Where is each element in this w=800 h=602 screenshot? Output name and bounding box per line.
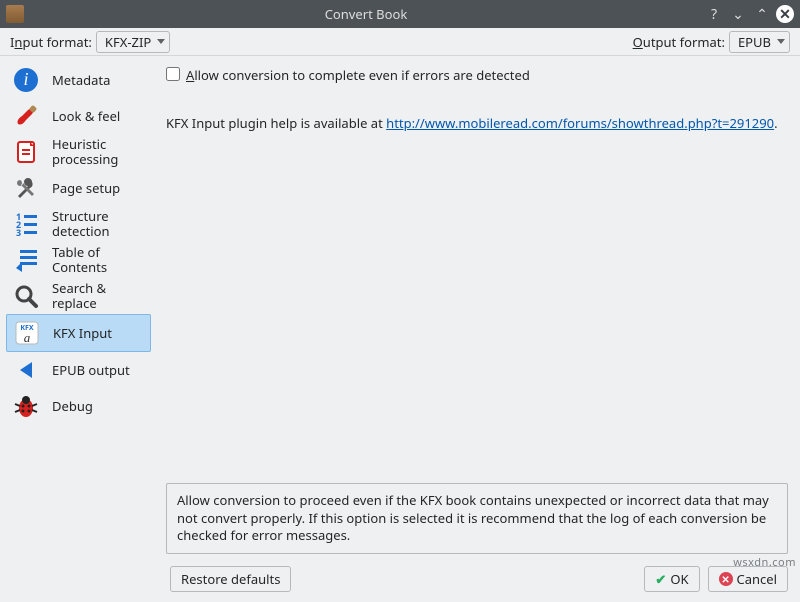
sidebar-item-debug[interactable]: Debug	[0, 388, 157, 424]
sidebar-item-label: Page setup	[52, 181, 120, 196]
sidebar-item-epub-output[interactable]: EPUB output	[0, 352, 157, 388]
sidebar-item-toc[interactable]: Table of Contents	[0, 242, 157, 278]
titlebar: Convert Book ? ⌄ ⌃ ✕	[0, 0, 800, 28]
sidebar-item-label: Look & feel	[52, 109, 120, 124]
svg-text:i: i	[23, 69, 28, 89]
sidebar-item-structure[interactable]: 123 Structure detection	[0, 206, 157, 242]
sidebar-item-search-replace[interactable]: Search & replace	[0, 278, 157, 314]
brush-icon	[10, 100, 42, 132]
numbered-list-icon: 123	[10, 208, 42, 240]
chevron-down-icon	[777, 39, 785, 44]
format-bar: Input format: KFX-ZIP Output format: EPU…	[0, 28, 800, 56]
button-bar: Restore defaults ✔ OK ✕ Cancel	[0, 564, 800, 602]
bug-icon	[10, 390, 42, 422]
allow-errors-option: Allow conversion to complete even if err…	[166, 66, 788, 84]
app-icon	[6, 5, 24, 23]
check-icon: ✔	[655, 570, 666, 588]
sidebar-item-label: Debug	[52, 399, 93, 414]
cancel-icon: ✕	[719, 572, 733, 586]
search-icon	[10, 280, 42, 312]
svg-text:3: 3	[16, 226, 21, 238]
allow-errors-checkbox[interactable]	[166, 67, 180, 81]
sidebar: i Metadata Look & feel Heuristic process…	[0, 56, 158, 564]
sidebar-item-metadata[interactable]: i Metadata	[0, 62, 157, 98]
sidebar-item-heuristic[interactable]: Heuristic processing	[0, 134, 157, 170]
output-format-value: EPUB	[738, 33, 771, 51]
ok-button[interactable]: ✔ OK	[644, 566, 699, 592]
output-format-label: Output format:	[633, 33, 725, 51]
sidebar-item-label: Metadata	[52, 73, 110, 88]
input-format-value: KFX-ZIP	[105, 33, 151, 51]
sidebar-item-label: Table of Contents	[52, 245, 107, 275]
chevron-down-icon	[157, 39, 165, 44]
sidebar-item-label: Search & replace	[52, 281, 106, 311]
close-icon[interactable]: ✕	[776, 5, 794, 23]
input-format-label: Input format:	[10, 33, 92, 51]
help-text: KFX Input plugin help is available at ht…	[166, 114, 788, 132]
toc-icon	[10, 244, 42, 276]
option-description: Allow conversion to proceed even if the …	[166, 483, 788, 554]
input-format-combo[interactable]: KFX-ZIP	[96, 31, 170, 53]
sidebar-item-kfx-input[interactable]: KFXa KFX Input	[6, 314, 151, 352]
sidebar-item-label: KFX Input	[53, 326, 112, 341]
maximize-icon[interactable]: ⌃	[752, 4, 772, 24]
wrench-icon	[10, 172, 42, 204]
sidebar-item-label: EPUB output	[52, 363, 130, 378]
sidebar-item-page-setup[interactable]: Page setup	[0, 170, 157, 206]
sidebar-item-label: Structure detection	[52, 209, 110, 239]
info-icon: i	[10, 64, 42, 96]
sidebar-item-look-feel[interactable]: Look & feel	[0, 98, 157, 134]
sidebar-item-label: Heuristic processing	[52, 137, 118, 167]
watermark: wsxdn.com	[733, 555, 796, 570]
restore-defaults-button[interactable]: Restore defaults	[170, 566, 291, 592]
help-icon[interactable]: ?	[704, 4, 724, 24]
kfx-input-icon: KFXa	[11, 317, 43, 349]
window-title: Convert Book	[32, 5, 700, 23]
help-link[interactable]: http://www.mobileread.com/forums/showthr…	[386, 114, 774, 132]
minimize-icon[interactable]: ⌄	[728, 4, 748, 24]
content-pane: Allow conversion to complete even if err…	[158, 56, 800, 564]
output-format-combo[interactable]: EPUB	[729, 31, 790, 53]
arrow-left-icon	[10, 354, 42, 386]
svg-text:a: a	[24, 330, 31, 345]
allow-errors-label[interactable]: Allow conversion to complete even if err…	[186, 66, 530, 84]
main-row: i Metadata Look & feel Heuristic process…	[0, 56, 800, 564]
document-heuristic-icon	[10, 136, 42, 168]
